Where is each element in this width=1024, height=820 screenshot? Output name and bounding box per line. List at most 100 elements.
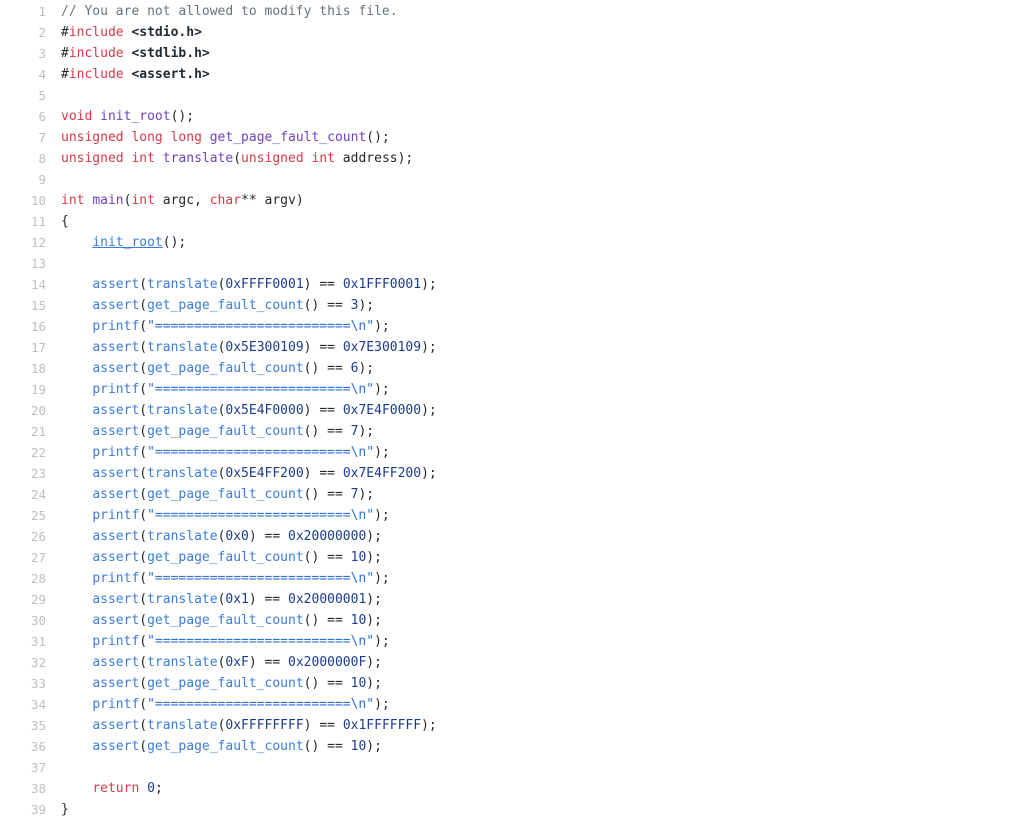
- line-content[interactable]: assert(translate(0xFFFFFFFF) == 0x1FFFFF…: [46, 715, 436, 736]
- code-line[interactable]: 28 printf("=========================\n")…: [0, 568, 1024, 589]
- line-content[interactable]: void init_root();: [46, 106, 194, 127]
- line-content[interactable]: assert(translate(0x1) == 0x20000001);: [46, 589, 382, 610]
- line-content[interactable]: assert(translate(0xF) == 0x2000000F);: [46, 652, 382, 673]
- code-line[interactable]: 10 int main(int argc, char** argv): [0, 190, 1024, 211]
- line-content[interactable]: printf("=========================\n");: [46, 694, 390, 715]
- line-content[interactable]: printf("=========================\n");: [46, 316, 389, 337]
- code-token: (: [139, 319, 148, 334]
- line-content[interactable]: // You are not allowed to modify this fi…: [46, 1, 398, 22]
- code-token: get_page_fault_count: [147, 676, 304, 691]
- code-token: ) ==: [303, 403, 343, 418]
- code-line[interactable]: 16 printf("=========================\n")…: [0, 316, 1024, 337]
- code-line[interactable]: 26 assert(translate(0x0) == 0x20000000);: [0, 526, 1024, 547]
- code-line[interactable]: 36 assert(get_page_fault_count() == 10);: [0, 736, 1024, 757]
- line-content[interactable]: {: [46, 211, 69, 232]
- line-content[interactable]: assert(translate(0x0) == 0x20000000);: [46, 526, 382, 547]
- line-content[interactable]: printf("=========================\n");: [46, 379, 389, 400]
- line-content[interactable]: unsigned long long get_page_fault_count(…: [46, 127, 390, 148]
- line-content[interactable]: assert(get_page_fault_count() == 10);: [46, 610, 382, 631]
- line-content[interactable]: assert(get_page_fault_count() == 10);: [46, 736, 382, 757]
- code-line[interactable]: 15 assert(get_page_fault_count() == 3);: [0, 295, 1024, 316]
- line-content[interactable]: int main(int argc, char** argv): [46, 190, 304, 211]
- code-token: argv): [256, 193, 304, 208]
- line-content[interactable]: init_root();: [46, 232, 186, 253]
- code-token: int: [311, 151, 335, 166]
- code-line[interactable]: 6 void init_root();: [0, 106, 1024, 127]
- code-line[interactable]: 2 #include <stdio.h>: [0, 22, 1024, 43]
- code-line[interactable]: 37: [0, 757, 1024, 778]
- line-content[interactable]: }: [46, 799, 69, 820]
- code-line[interactable]: 5: [0, 85, 1024, 106]
- code-token: return: [92, 781, 140, 796]
- code-token: ) ==: [248, 529, 289, 544]
- code-line[interactable]: 7 unsigned long long get_page_fault_count…: [0, 127, 1024, 148]
- line-content[interactable]: [46, 253, 69, 274]
- line-content[interactable]: printf("=========================\n");: [46, 505, 389, 526]
- code-line[interactable]: 23 assert(translate(0x5E4FF200) == 0x7E4…: [0, 463, 1024, 484]
- code-line[interactable]: 31 printf("=========================\n")…: [0, 631, 1024, 652]
- line-number: 24: [30, 487, 46, 502]
- code-line[interactable]: 27 assert(get_page_fault_count() == 10);: [0, 547, 1024, 568]
- code-line[interactable]: 29 assert(translate(0x1) == 0x20000001);: [0, 589, 1024, 610]
- code-line[interactable]: 11 {: [0, 211, 1024, 232]
- code-line[interactable]: 17 assert(translate(0x5E300109) == 0x7E3…: [0, 337, 1024, 358]
- code-token: ) ==: [248, 592, 289, 607]
- code-token: long: [131, 130, 163, 145]
- code-line[interactable]: 32 assert(translate(0xF) == 0x2000000F);: [0, 652, 1024, 673]
- code-token: );: [374, 697, 390, 712]
- line-content[interactable]: assert(translate(0xFFFF0001) == 0x1FFF00…: [46, 274, 436, 295]
- code-line[interactable]: 14 assert(translate(0xFFFF0001) == 0x1FF…: [0, 274, 1024, 295]
- line-content[interactable]: assert(get_page_fault_count() == 10);: [46, 547, 382, 568]
- line-content[interactable]: printf("=========================\n");: [46, 631, 389, 652]
- code-line[interactable]: 30 assert(get_page_fault_count() == 10);: [0, 610, 1024, 631]
- code-line[interactable]: 8 unsigned int translate(unsigned int add…: [0, 148, 1024, 169]
- code-token: ();: [162, 235, 187, 250]
- code-line[interactable]: 35 assert(translate(0xFFFFFFFF) == 0x1FF…: [0, 715, 1024, 736]
- code-line[interactable]: 12 init_root();: [0, 232, 1024, 253]
- code-line[interactable]: 25 printf("=========================\n")…: [0, 505, 1024, 526]
- code-line[interactable]: 18 assert(get_page_fault_count() == 6);: [0, 358, 1024, 379]
- line-content[interactable]: printf("=========================\n");: [46, 442, 390, 463]
- line-content[interactable]: return 0;: [46, 778, 163, 799]
- line-number: 14: [30, 277, 46, 292]
- code-line[interactable]: 21 assert(get_page_fault_count() == 7);: [0, 421, 1024, 442]
- code-token: "=========================\n": [147, 697, 375, 712]
- code-token: ) ==: [303, 718, 343, 733]
- line-content[interactable]: assert(get_page_fault_count() == 7);: [46, 421, 374, 442]
- line-content[interactable]: assert(get_page_fault_count() == 3);: [46, 295, 374, 316]
- code-line[interactable]: 22 printf("=========================\n")…: [0, 442, 1024, 463]
- code-line[interactable]: 13: [0, 253, 1024, 274]
- line-content[interactable]: #include <stdio.h>: [46, 22, 202, 43]
- code-line[interactable]: 4 #include <assert.h>: [0, 64, 1024, 85]
- code-token: ;: [154, 781, 163, 796]
- code-token: translate: [147, 403, 218, 418]
- line-content[interactable]: printf("=========================\n");: [46, 568, 389, 589]
- code-line[interactable]: 24 assert(get_page_fault_count() == 7);: [0, 484, 1024, 505]
- line-content[interactable]: #include <stdlib.h>: [46, 43, 210, 64]
- code-line[interactable]: 38 return 0;: [0, 778, 1024, 799]
- code-line[interactable]: 1 // You are not allowed to modify this f…: [0, 1, 1024, 22]
- line-content[interactable]: assert(get_page_fault_count() == 7);: [46, 484, 374, 505]
- line-content[interactable]: [46, 757, 69, 778]
- code-line[interactable]: 19 printf("=========================\n")…: [0, 379, 1024, 400]
- line-content[interactable]: assert(translate(0x5E4FF200) == 0x7E4FF2…: [46, 463, 436, 484]
- code-line[interactable]: 39}: [0, 799, 1024, 820]
- line-content[interactable]: assert(get_page_fault_count() == 6);: [46, 358, 374, 379]
- line-content[interactable]: unsigned int translate(unsigned int addr…: [46, 148, 413, 169]
- line-content[interactable]: [46, 85, 69, 106]
- code-line[interactable]: 20 assert(translate(0x5E4F0000) == 0x7E4…: [0, 400, 1024, 421]
- line-content[interactable]: assert(translate(0x5E300109) == 0x7E3001…: [46, 337, 436, 358]
- code-line[interactable]: 33 assert(get_page_fault_count() == 10);: [0, 673, 1024, 694]
- line-content[interactable]: assert(get_page_fault_count() == 10);: [46, 673, 382, 694]
- line-content[interactable]: #include <assert.h>: [46, 64, 210, 85]
- line-content[interactable]: [46, 169, 69, 190]
- code-token: );: [374, 445, 390, 460]
- code-editor[interactable]: 1 // You are not allowed to modify this f…: [0, 0, 1024, 817]
- code-line[interactable]: 34 printf("=========================\n")…: [0, 694, 1024, 715]
- line-content[interactable]: assert(translate(0x5E4F0000) == 0x7E4F00…: [46, 400, 436, 421]
- code-line[interactable]: 9: [0, 169, 1024, 190]
- code-line[interactable]: 3 #include <stdlib.h>: [0, 43, 1024, 64]
